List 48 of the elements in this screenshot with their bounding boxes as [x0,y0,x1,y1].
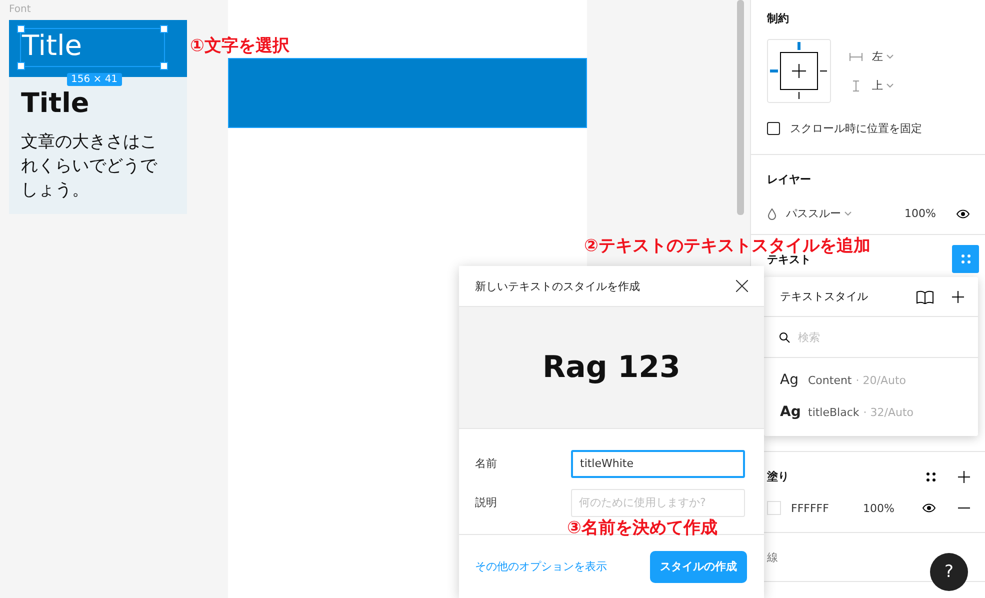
search-icon [779,332,790,342]
field-label: 名前 [475,456,498,471]
eye-icon[interactable] [956,208,970,218]
blend-mode-dropdown[interactable]: パススルー [786,206,852,221]
section-heading: 線 [767,550,778,565]
popover-title: テキストスタイル [780,289,868,304]
eye-icon[interactable] [922,503,936,513]
styles-icon[interactable] [926,472,936,482]
section-heading: レイヤー [767,173,811,186]
size-badge: 156 × 41 [67,73,122,86]
field-label: 説明 [475,495,498,510]
vertical-constraint-dropdown[interactable]: 上 [872,78,894,93]
horizontal-constraint-icon [849,52,863,62]
horizontal-constraint-dropdown[interactable]: 左 [872,49,894,64]
opacity-value[interactable]: 100% [904,207,936,220]
input-field[interactable]: 何のために使用しますか? [571,488,745,516]
scrollbar[interactable] [737,0,744,215]
checkbox[interactable] [767,122,780,135]
frame-label: Font [9,4,31,15]
drop-icon [767,208,777,220]
add-icon[interactable] [952,290,964,302]
section-heading: 塗り [767,469,789,484]
annotation-text: ②テキストのテキストスタイルを追加 [584,235,870,256]
checkbox-label: スクロール時に位置を固定 [790,121,922,136]
dialog-title: 新しいテキストのスタイルを作成 [475,278,640,294]
book-icon[interactable] [916,290,934,304]
selection-box[interactable]: Title [20,28,165,67]
annotation-text: ①文字を選択 [190,35,290,57]
annotation-text: ③名前を決めて作成 [567,517,718,539]
styles-button[interactable] [952,245,979,273]
preview-text: Rag 123 [542,350,680,385]
close-icon[interactable] [736,280,748,292]
frame-body-text: 文章の大きさはこれくらいでどうでしょう。 [21,131,158,202]
text-style-item[interactable]: Ag Content · 20/Auto [764,364,978,396]
opacity-value[interactable]: 100% [863,502,894,514]
dots-icon [960,254,970,264]
chevron-icon [886,54,894,59]
color-swatch[interactable] [767,501,781,515]
constraint-widget[interactable] [767,39,831,103]
chevron-icon [844,211,852,216]
add-icon[interactable] [958,470,970,482]
input-field[interactable]: titleWhite [571,450,745,478]
hex-value[interactable]: FFFFFF [791,502,863,514]
section-heading: テキスト [767,253,811,266]
chevron-icon [886,83,894,88]
section-heading: 制約 [767,12,789,25]
text-style-item[interactable]: Ag titleBlack · 32/Auto [764,396,978,428]
frame-title: Title [21,88,90,119]
